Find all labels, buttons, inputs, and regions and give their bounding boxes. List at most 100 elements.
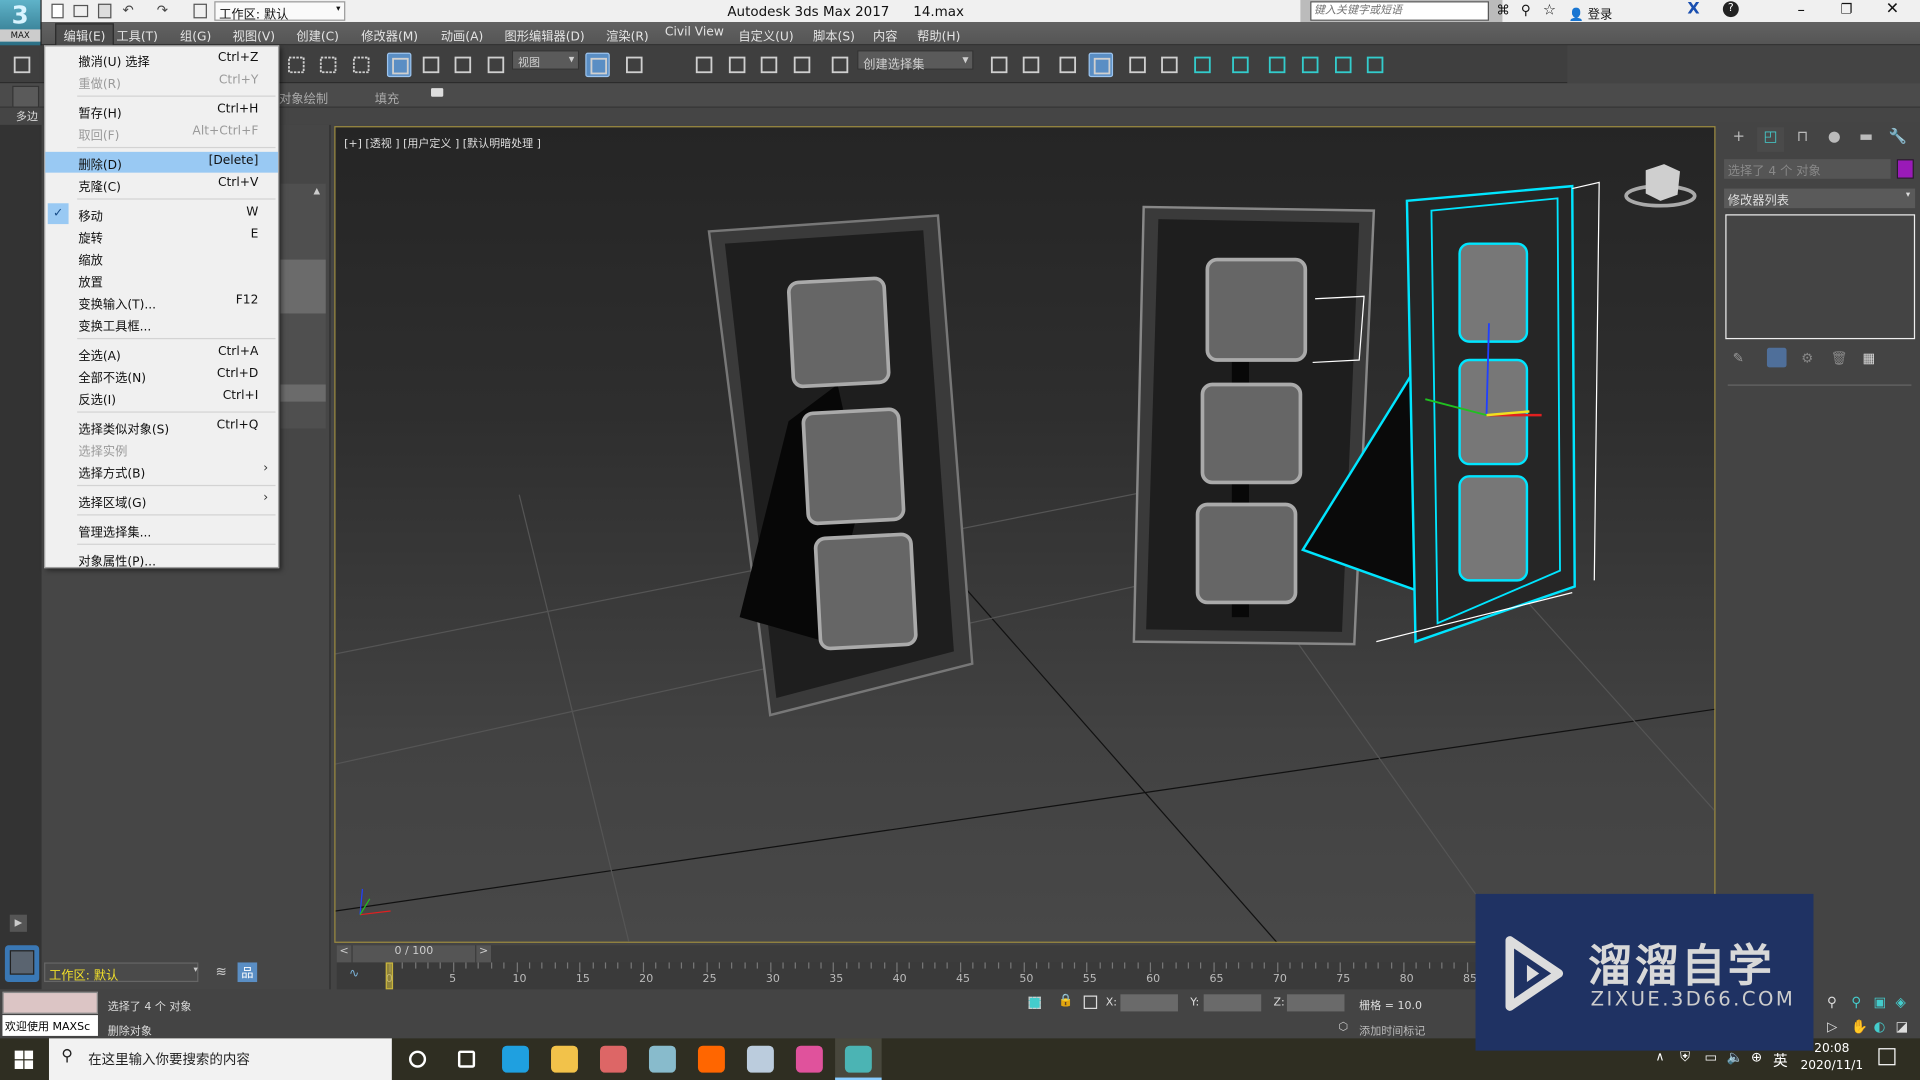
scale-icon[interactable]	[451, 53, 475, 77]
security-icon[interactable]: ⛨	[1680, 1049, 1690, 1066]
current-frame-marker[interactable]	[385, 962, 394, 990]
menu-item[interactable]: 选择方式(B) ›	[45, 460, 278, 482]
remove-modifier-icon[interactable]: 🗑	[1831, 350, 1848, 366]
menu-7[interactable]: 图形编辑器(D)	[504, 26, 584, 44]
tab-display-icon[interactable]: ▬	[1853, 127, 1880, 151]
battery-icon[interactable]: ▭	[1704, 1049, 1717, 1065]
dope-sheet-icon[interactable]	[1157, 53, 1181, 77]
new-file-icon[interactable]	[51, 3, 64, 19]
panel-divider[interactable]	[1727, 384, 1912, 386]
menu-item[interactable]: 放置	[45, 269, 278, 290]
menu-item[interactable]: 全选(A) Ctrl+A	[45, 343, 278, 363]
prev-frame-button[interactable]: <	[336, 945, 352, 963]
tab-motion-icon[interactable]: ●	[1821, 127, 1848, 151]
open-file-icon[interactable]	[73, 4, 89, 18]
percent-snap-icon[interactable]	[725, 53, 749, 77]
expand-button[interactable]: ▶	[9, 914, 27, 932]
pin-stack-icon[interactable]: ✎	[1733, 350, 1744, 366]
curve-editor-icon[interactable]	[1125, 53, 1149, 77]
favorites-icon[interactable]: ☆	[1543, 1, 1556, 18]
tab-create-icon[interactable]: +	[1725, 127, 1752, 151]
menu-9[interactable]: Civil View	[665, 26, 724, 39]
workspace-dropdown[interactable]: 工作区: 默认 ▾	[214, 1, 346, 22]
render-frame-icon[interactable]	[1265, 53, 1289, 77]
schematic-icon[interactable]	[1190, 53, 1214, 77]
menu-item[interactable]: 删除(D) [Delete]	[45, 151, 278, 173]
menu-10[interactable]: 自定义(U)	[738, 26, 793, 44]
make-unique-icon[interactable]: ⚙	[1801, 350, 1813, 366]
media-icon[interactable]	[795, 1045, 823, 1073]
communication-icon[interactable]: ⚲	[1521, 2, 1531, 18]
explorer-row[interactable]	[280, 384, 326, 402]
menu-1[interactable]: 工具(T)	[116, 26, 158, 44]
add-time-tag[interactable]: 添加时间标记	[1359, 1022, 1425, 1038]
menu-item[interactable]: 变换工具框...	[45, 313, 278, 334]
isolate-selection-icon[interactable]	[1028, 996, 1041, 1009]
menu-6[interactable]: 动画(A)	[441, 26, 483, 44]
project-icon[interactable]	[193, 3, 207, 19]
snap-3d-icon[interactable]	[622, 53, 646, 77]
perspective-viewport[interactable]: [+] [透视 ] [用户定义 ] [默认明暗处理 ]	[334, 126, 1716, 943]
menu-item[interactable]: 取回(F) Alt+Ctrl+F	[45, 122, 278, 143]
close-button[interactable]: ✕	[1886, 0, 1899, 18]
time-tag-icon[interactable]: ⬡	[1338, 1021, 1348, 1033]
maxscript-listener-top[interactable]	[2, 991, 98, 1014]
tab-utilities-icon[interactable]: 🔧	[1884, 127, 1911, 151]
menu-item[interactable]: 重做(R) Ctrl+Y	[45, 71, 278, 91]
menu-11[interactable]: 脚本(S)	[813, 26, 855, 44]
menu-item[interactable]: 旋转 E	[45, 225, 278, 246]
network-icon[interactable]: ⊕	[1751, 1049, 1762, 1065]
menu-5[interactable]: 修改器(M)	[361, 26, 418, 44]
notepad-icon[interactable]	[746, 1045, 774, 1073]
selection-set-dropdown[interactable]: 创建选择集 ▾	[857, 50, 974, 72]
menu-item[interactable]: 对象属性(P)...	[45, 549, 278, 569]
menu-8[interactable]: 渲染(R)	[606, 26, 649, 44]
edge-icon[interactable]	[502, 1045, 529, 1073]
rect-select-icon[interactable]	[316, 53, 340, 77]
binoculars-icon[interactable]: ⌘	[1496, 2, 1509, 18]
modifier-stack[interactable]	[1725, 214, 1916, 340]
app-logo[interactable]: 3 MAX	[0, 0, 42, 46]
layer-explorer-icon[interactable]	[1019, 53, 1043, 77]
x-coordinate-field[interactable]	[1120, 994, 1178, 1012]
viewport-thumbnail[interactable]	[4, 945, 40, 983]
start-button[interactable]	[14, 1050, 34, 1069]
layers-icon[interactable]	[1056, 53, 1080, 77]
align-icon[interactable]	[987, 53, 1011, 77]
scene-canvas[interactable]	[335, 127, 1716, 943]
y-coordinate-field[interactable]	[1203, 994, 1262, 1012]
menu-item[interactable]: 缩放	[45, 247, 278, 268]
ribbon-tab-box[interactable]	[12, 85, 40, 108]
menu-item[interactable]: 选择区域(G) ›	[45, 490, 278, 511]
firefox-icon[interactable]	[697, 1045, 725, 1073]
menu-0[interactable]: 编辑(E)	[55, 23, 115, 47]
modifier-list-dropdown[interactable]: 修改器列表 ▾	[1724, 188, 1916, 209]
ribbon-options-icon[interactable]	[431, 88, 444, 97]
ribbon-tab-paint[interactable]: 对象绘制	[279, 88, 328, 106]
restore-button[interactable]: ❐	[1840, 1, 1852, 17]
maximize-viewport-icon[interactable]: ◪	[1896, 1019, 1909, 1035]
window-crossing-icon[interactable]	[349, 53, 373, 77]
time-slider-thumb[interactable]: 0 / 100	[352, 945, 476, 963]
undo-icon[interactable]	[10, 53, 34, 77]
ime-indicator[interactable]: 英	[1773, 1049, 1788, 1070]
render-icon[interactable]	[1298, 53, 1322, 77]
menu-13[interactable]: 帮助(H)	[917, 26, 960, 44]
menu-12[interactable]: 内容	[873, 26, 897, 44]
file-explorer-icon[interactable]	[551, 1045, 578, 1073]
show-end-result-icon[interactable]	[1766, 347, 1787, 368]
curve-editor-mini-icon[interactable]: ∿	[349, 967, 359, 980]
explorer-selected-row[interactable]	[280, 259, 326, 314]
app-icon[interactable]	[600, 1045, 627, 1073]
select-by-name-icon[interactable]	[284, 53, 308, 77]
next-frame-button[interactable]: >	[476, 945, 492, 963]
help-icon[interactable]: ?	[1722, 1, 1739, 18]
object-name-field[interactable]: 选择了 4 个 对象	[1724, 159, 1891, 179]
maxscript-mini-listener[interactable]: 欢迎使用 MAXSc	[2, 1015, 98, 1036]
menu-item[interactable]: 选择类似对象(S) Ctrl+Q	[45, 416, 278, 437]
view-dropdown[interactable]: 视图 ▾	[511, 50, 580, 70]
menu-3[interactable]: 视图(V)	[233, 26, 275, 44]
zoom-extents-icon[interactable]: ▣	[1873, 994, 1886, 1010]
menu-item[interactable]: 反选(I) Ctrl+I	[45, 387, 278, 407]
save-icon[interactable]	[97, 3, 112, 19]
